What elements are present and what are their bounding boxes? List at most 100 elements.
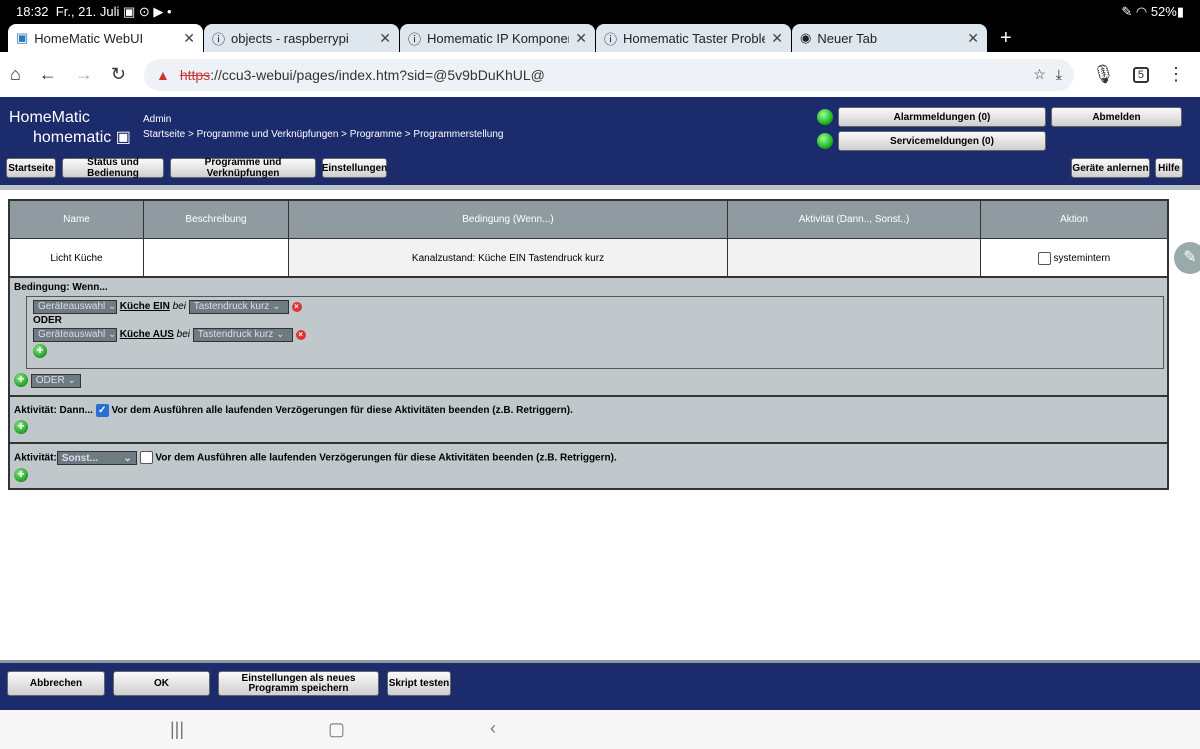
cancel-button[interactable]: Abbrechen [7, 671, 105, 696]
action-cell: systemintern [981, 238, 1167, 277]
then-retrigger-label: Vor dem Ausführen alle laufenden Verzöge… [111, 405, 573, 417]
tab-new[interactable]: ◉ Neuer Tab ✕ [792, 24, 987, 52]
nav-startseite[interactable]: Startseite [6, 158, 56, 178]
program-description[interactable] [144, 238, 289, 277]
star-icon[interactable]: ☆ [1033, 66, 1046, 83]
or-label: ODER [33, 315, 62, 326]
homematic-header: HomeMatic homematic ▣ Admin Startseite >… [0, 97, 1200, 185]
tab-taster[interactable]: ⓘ Homematic Taster Problem ✕ [596, 24, 791, 52]
trigger-select[interactable]: Tastendruck kurz ⌄ [188, 300, 289, 314]
date: Fr., 21. Juli [55, 4, 120, 19]
bei-label: bei [172, 301, 186, 312]
alarm-button[interactable]: Alarmmeldungen (0) [838, 107, 1046, 127]
tab-homematic[interactable]: ▣ HomeMatic WebUI ✕ [8, 24, 203, 52]
teach-devices-button[interactable]: Geräte anlernen [1071, 158, 1150, 178]
page-icon: ▣ [16, 30, 29, 45]
col-description: Beschreibung [144, 201, 289, 238]
alarm-status-led [817, 109, 833, 125]
edit-pencil-icon[interactable]: ✎ [1174, 242, 1200, 274]
activity-summary [728, 238, 981, 277]
tab-count[interactable]: 5 [1132, 66, 1149, 83]
battery: 52% [1150, 4, 1177, 19]
else-section: Aktivität: Sonst... ⌄ Vor dem Ausführen al… [10, 442, 1167, 490]
systemintern-label: systemintern [1053, 252, 1111, 264]
service-button[interactable]: Servicemeldungen (0) [838, 131, 1046, 151]
breadcrumb: Startseite > Programme und Verknüpfungen… [143, 129, 504, 140]
device-link[interactable]: Küche AUS [120, 329, 174, 340]
program-table: Name Beschreibung Bedingung (Wenn...) Ak… [8, 199, 1169, 490]
logo: HomeMatic [9, 109, 90, 126]
then-retrigger-checkbox[interactable]: ✓ [95, 404, 109, 417]
logo-sub: homematic ▣ [33, 129, 131, 146]
save-as-new-button[interactable]: Einstellungen als neues Programm speiche… [218, 671, 379, 696]
condition-summary: Kanalzustand: Küche EIN Tastendruck kurz [289, 238, 728, 277]
col-name: Name [10, 201, 144, 238]
then-title: Aktivität: Dann... [14, 405, 93, 417]
tab-strip: ▣ HomeMatic WebUI ✕ ⓘ objects - raspberrypi… [0, 24, 1200, 52]
chrome-icon: ◉ [800, 30, 812, 45]
device-link[interactable]: Küche EIN [120, 301, 170, 312]
forward-icon[interactable]: → [75, 64, 93, 85]
test-script-button[interactable]: Skript testen [387, 671, 451, 696]
url-scheme: https [179, 66, 211, 83]
close-icon[interactable]: ✕ [183, 30, 195, 47]
tab-objects[interactable]: ⓘ objects - raspberrypi ✕ [204, 24, 399, 52]
col-action: Aktion [981, 201, 1167, 238]
close-icon[interactable]: ✕ [771, 30, 783, 47]
clock: 18:32 [16, 4, 49, 19]
android-nav-bar: ||| ▢ ‹ [0, 710, 1200, 749]
user-name: Admin [143, 114, 172, 125]
menu-icon[interactable]: ⋮ [1167, 64, 1185, 85]
new-tab-button[interactable]: + [988, 24, 1024, 52]
logout-button[interactable]: Abmelden [1051, 107, 1182, 127]
home-icon[interactable]: ⌂ [10, 64, 21, 85]
footer-bar: Abbrechen OK Einstellungen als neues Pro… [0, 660, 1200, 710]
wifi-icon: ✎ ◠ [1121, 4, 1148, 19]
nav-status[interactable]: Status und Bedienung [62, 157, 164, 179]
url-path: ://ccu3-webui/pages/index.htm?sid=@5v9bD… [210, 66, 545, 83]
nav-programme[interactable]: Programme und Verknüpfungen [170, 157, 316, 179]
tab-label: Neuer Tab [817, 30, 878, 46]
col-condition: Bedingung (Wenn...) [289, 201, 728, 238]
info-icon: ⓘ [212, 31, 226, 47]
nav-einstellungen[interactable]: Einstellungen [322, 158, 387, 178]
delete-icon[interactable]: × [291, 302, 302, 312]
help-button[interactable]: Hilfe [1155, 158, 1183, 178]
else-retrigger-label: Vor dem Ausführen alle laufenden Verzöge… [155, 452, 617, 464]
divider [0, 185, 1200, 190]
close-icon[interactable]: ✕ [575, 30, 587, 47]
else-retrigger-checkbox[interactable] [139, 451, 153, 465]
tab-label: objects - raspberrypi [231, 30, 349, 46]
tab-label: Homematic Taster Problem [623, 30, 766, 46]
trigger-select[interactable]: Tastendruck kurz ⌄ [192, 328, 293, 342]
add-then-activity-icon[interactable]: + [14, 420, 28, 434]
tab-komponenten[interactable]: ⓘ Homematic IP Komponenten ✕ [400, 24, 595, 52]
then-section: Aktivität: Dann... ✓ Vor dem Ausführen a… [10, 395, 1167, 442]
url-bar[interactable]: ▲ https://ccu3-webui/pages/index.htm?sid… [143, 58, 1074, 91]
warning-icon: ▲ [155, 66, 170, 83]
condition-group: Geräteauswahl ⌄ Küche EIN bei Tastendruc… [26, 296, 1164, 369]
tab-label: HomeMatic WebUI [34, 30, 144, 46]
delete-icon[interactable]: × [295, 330, 306, 340]
or-select[interactable]: ODER ⌄ [30, 373, 81, 388]
info-icon: ⓘ [604, 31, 618, 47]
program-name[interactable]: Licht Küche [10, 238, 144, 277]
download-icon[interactable]: ⤓ [1056, 66, 1062, 83]
mic-icon[interactable]: 🎙 [1092, 64, 1115, 85]
else-select[interactable]: Sonst... ⌄ [56, 451, 137, 465]
add-else-activity-icon[interactable]: + [14, 468, 28, 482]
home-nav-icon[interactable]: ▢ [328, 719, 345, 740]
device-select[interactable]: Geräteauswahl ⌄ [33, 328, 117, 342]
else-title: Aktivität: [14, 452, 57, 464]
add-condition-group-icon[interactable]: + [14, 373, 28, 387]
back-icon[interactable]: ← [39, 64, 57, 85]
back-nav-icon[interactable]: ‹ [490, 718, 496, 739]
recent-apps-icon[interactable]: ||| [170, 719, 184, 740]
ok-button[interactable]: OK [113, 671, 210, 696]
add-condition-icon[interactable]: + [33, 344, 47, 358]
close-icon[interactable]: ✕ [967, 30, 979, 47]
device-select[interactable]: Geräteauswahl ⌄ [33, 300, 117, 314]
reload-icon[interactable]: ↻ [111, 64, 126, 85]
systemintern-checkbox[interactable] [1037, 251, 1051, 265]
close-icon[interactable]: ✕ [379, 30, 391, 47]
